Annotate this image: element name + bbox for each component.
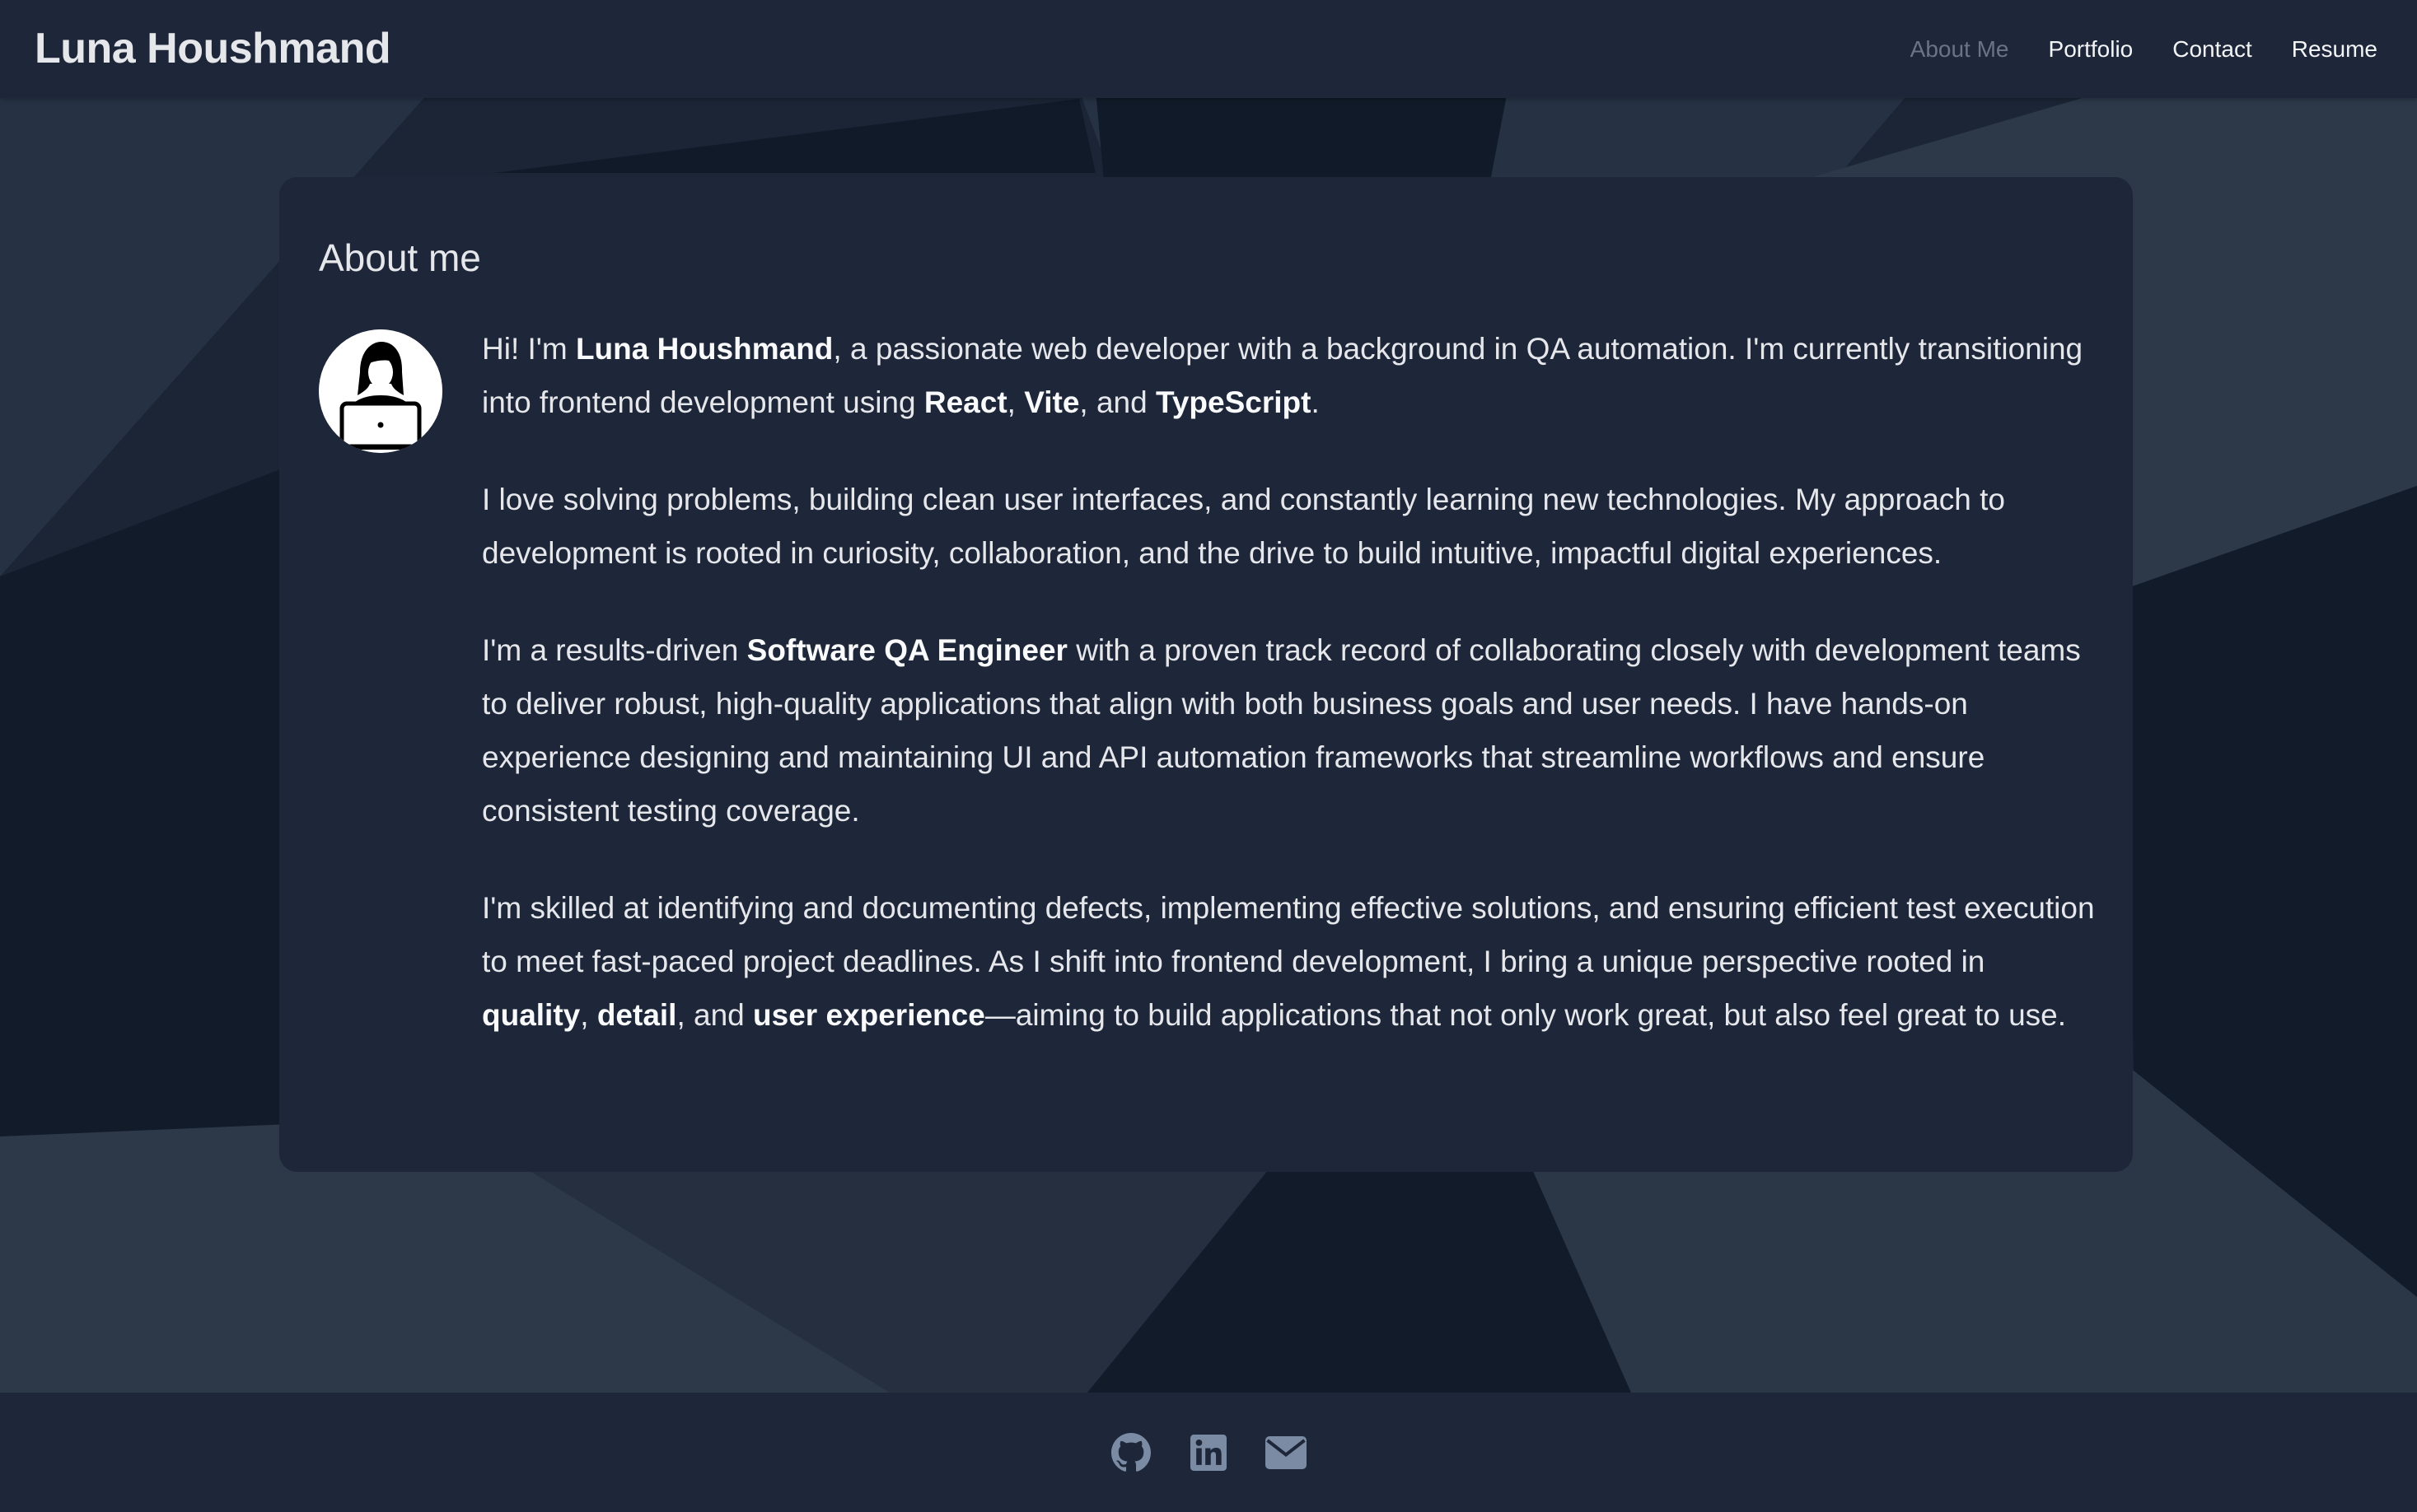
text-segment: , — [1007, 385, 1025, 419]
bio-paragraph-1: Hi! I'm Luna Houshmand, a passionate web… — [482, 322, 2097, 429]
highlight-typescript: TypeScript — [1156, 385, 1311, 419]
nav-resume[interactable]: Resume — [2292, 36, 2377, 63]
email-icon — [1265, 1435, 1307, 1469]
footer — [0, 1393, 2417, 1512]
brand-name[interactable]: Luna Houshmand — [35, 21, 391, 76]
text-segment: I'm skilled at identifying and documenti… — [482, 891, 2095, 978]
highlight-name: Luna Houshmand — [575, 332, 834, 366]
highlight-quality: quality — [482, 998, 581, 1032]
avatar — [319, 329, 442, 453]
bio-paragraph-2: I love solving problems, building clean … — [482, 483, 2006, 570]
about-card: About me Hi! I'm Luna Houshmand, a passi… — [279, 177, 2133, 1172]
bio-paragraph-4: I'm skilled at identifying and documenti… — [482, 881, 2097, 1042]
highlight-detail: detail — [596, 998, 677, 1032]
highlight-user-experience: user experience — [753, 998, 985, 1032]
main-nav: About Me Portfolio Contact Resume — [1910, 0, 2377, 98]
text-segment: , and — [676, 998, 754, 1032]
woman-with-laptop-icon — [319, 329, 442, 453]
github-icon — [1111, 1432, 1151, 1472]
highlight-vite: Vite — [1024, 385, 1080, 419]
text-segment: —aiming to build applications that not o… — [984, 998, 2067, 1032]
text-segment: . — [1311, 385, 1320, 419]
nav-about-me[interactable]: About Me — [1910, 36, 2009, 63]
text-segment: , — [580, 998, 597, 1032]
nav-portfolio[interactable]: Portfolio — [2049, 36, 2134, 63]
nav-contact[interactable]: Contact — [2172, 36, 2252, 63]
bio-text: Hi! I'm Luna Houshmand, a passionate web… — [482, 322, 2097, 1085]
text-segment: I'm a results-driven — [482, 633, 747, 667]
text-segment: Hi! I'm — [482, 332, 576, 366]
bio-paragraph-3: I'm a results-driven Software QA Enginee… — [482, 623, 2097, 838]
email-link[interactable] — [1265, 1432, 1307, 1473]
highlight-role: Software QA Engineer — [746, 633, 1068, 667]
top-navbar: Luna Houshmand About Me Portfolio Contac… — [0, 0, 2417, 98]
highlight-react: React — [923, 385, 1007, 419]
linkedin-link[interactable] — [1188, 1432, 1229, 1473]
section-title: About me — [319, 236, 481, 279]
github-link[interactable] — [1110, 1432, 1152, 1473]
linkedin-icon — [1190, 1434, 1227, 1471]
text-segment: , and — [1079, 385, 1156, 419]
